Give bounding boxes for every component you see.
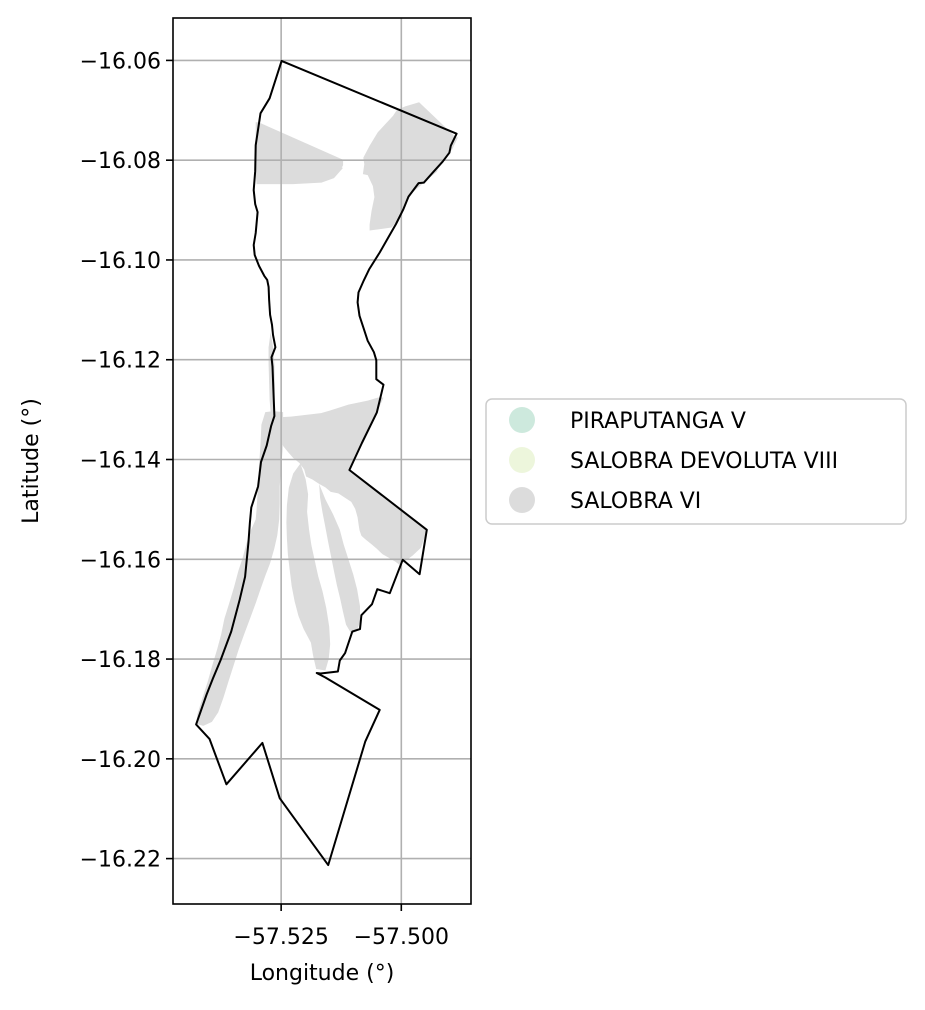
legend-label: PIRAPUTANGA V <box>570 409 746 434</box>
y-tick-label: −16.06 <box>80 49 161 74</box>
y-tick-label: −16.10 <box>80 249 161 274</box>
y-tick-label: −16.22 <box>80 848 161 873</box>
y-tick-label: −16.12 <box>80 349 161 374</box>
y-tick-label: −16.08 <box>80 149 161 174</box>
legend-marker <box>509 447 535 473</box>
y-tick-label: −16.16 <box>80 548 161 573</box>
legend-marker <box>509 487 535 513</box>
legend-marker <box>509 407 535 433</box>
map-svg: −57.525 −57.500 −16.06−16.08−16.10−16.12−… <box>0 0 925 1006</box>
x-axis-label: Longitude (°) <box>250 961 395 986</box>
legend-label: SALOBRA VI <box>570 489 701 514</box>
map-figure: −57.525 −57.500 −16.06 −16.08 −16.10 −16.12−… <box>0 0 925 1006</box>
legend: PIRAPUTANGA V SALOBRA DEVOLUTA VIII SALOBR… <box>485 398 907 525</box>
y-axis: −16.06 −16.08 −16.10 −16.12 −16.14 −16.16 −16.… <box>80 49 173 873</box>
y-axis-label: Latitude (°) <box>19 398 44 524</box>
y-tick-label: −16.18 <box>80 648 161 673</box>
legend-label: SALOBRA DEVOLUTA VIII <box>570 449 838 474</box>
x-tick-label: −57.500 <box>354 925 449 950</box>
x-tick-label: −57.525 <box>233 925 328 950</box>
y-tick-label: −16.20 <box>80 748 161 773</box>
y-tick-label: −16.14 <box>80 449 161 474</box>
